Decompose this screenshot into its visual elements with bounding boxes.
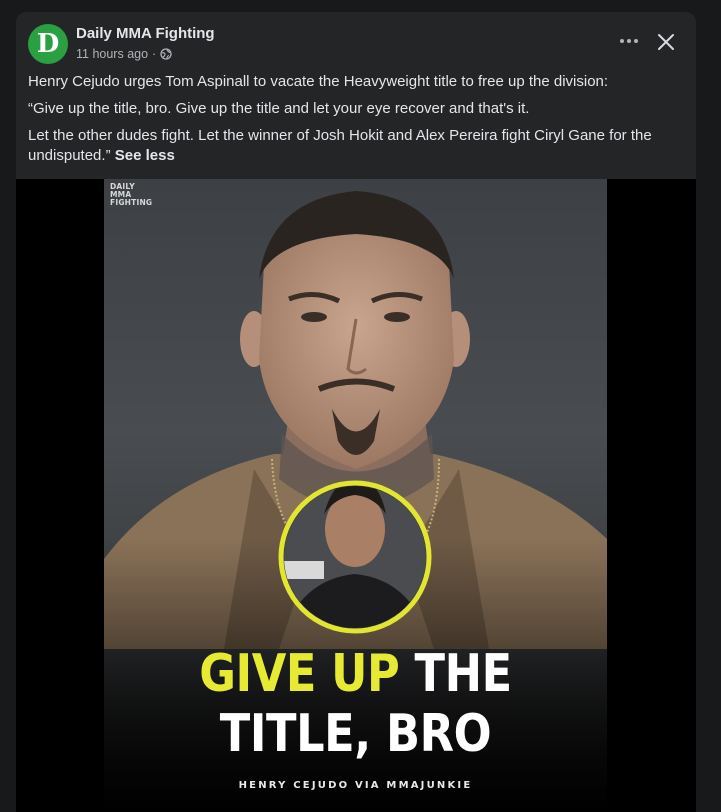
meta-separator: · — [152, 47, 157, 61]
caption-paragraph-1: Henry Cejudo urges Tom Aspinall to vacat… — [28, 73, 609, 90]
headline-line-1-rest: THE — [414, 644, 513, 704]
more-horizontal-icon — [620, 39, 638, 43]
caption-paragraph-3: Let the other dudes fight. Let the winne… — [28, 126, 678, 166]
globe-icon — [160, 48, 172, 60]
more-options-button[interactable] — [614, 30, 644, 52]
avatar-letter: D — [36, 29, 60, 59]
page-name-link[interactable]: Daily MMA Fighting — [76, 25, 215, 42]
image-headline: GIVE UP THE TITLE, BRO — [139, 644, 572, 764]
page-avatar[interactable]: D — [28, 24, 68, 64]
post-header: D Daily MMA Fighting 11 hours ago · — [16, 12, 696, 72]
headline-line-2: TITLE, BRO — [219, 704, 492, 764]
image-watermark: DAILY MMA FIGHTING — [110, 183, 152, 207]
see-less-link[interactable]: See less — [115, 147, 175, 164]
post-photo[interactable]: DAILY MMA FIGHTING GIVE UP THE TITLE, BR… — [104, 179, 607, 812]
post-caption: Henry Cejudo urges Tom Aspinall to vacat… — [28, 72, 678, 173]
close-button[interactable] — [652, 28, 680, 56]
post-media[interactable]: DAILY MMA FIGHTING GIVE UP THE TITLE, BR… — [16, 179, 696, 812]
caption-paragraph-2: “Give up the title, bro. Give up the tit… — [28, 100, 530, 117]
post-meta: 11 hours ago · — [76, 47, 172, 61]
watermark-line-3: FIGHTING — [110, 198, 153, 207]
post-timestamp[interactable]: 11 hours ago — [76, 47, 148, 61]
close-icon — [658, 34, 674, 50]
image-credit: HENRY CEJUDO VIA MMAJUNKIE — [238, 780, 473, 791]
headline-highlight: GIVE UP — [199, 644, 400, 704]
headline-line-1: GIVE UP THE — [139, 644, 572, 704]
feed-post: D Daily MMA Fighting 11 hours ago · Henr… — [16, 12, 696, 812]
